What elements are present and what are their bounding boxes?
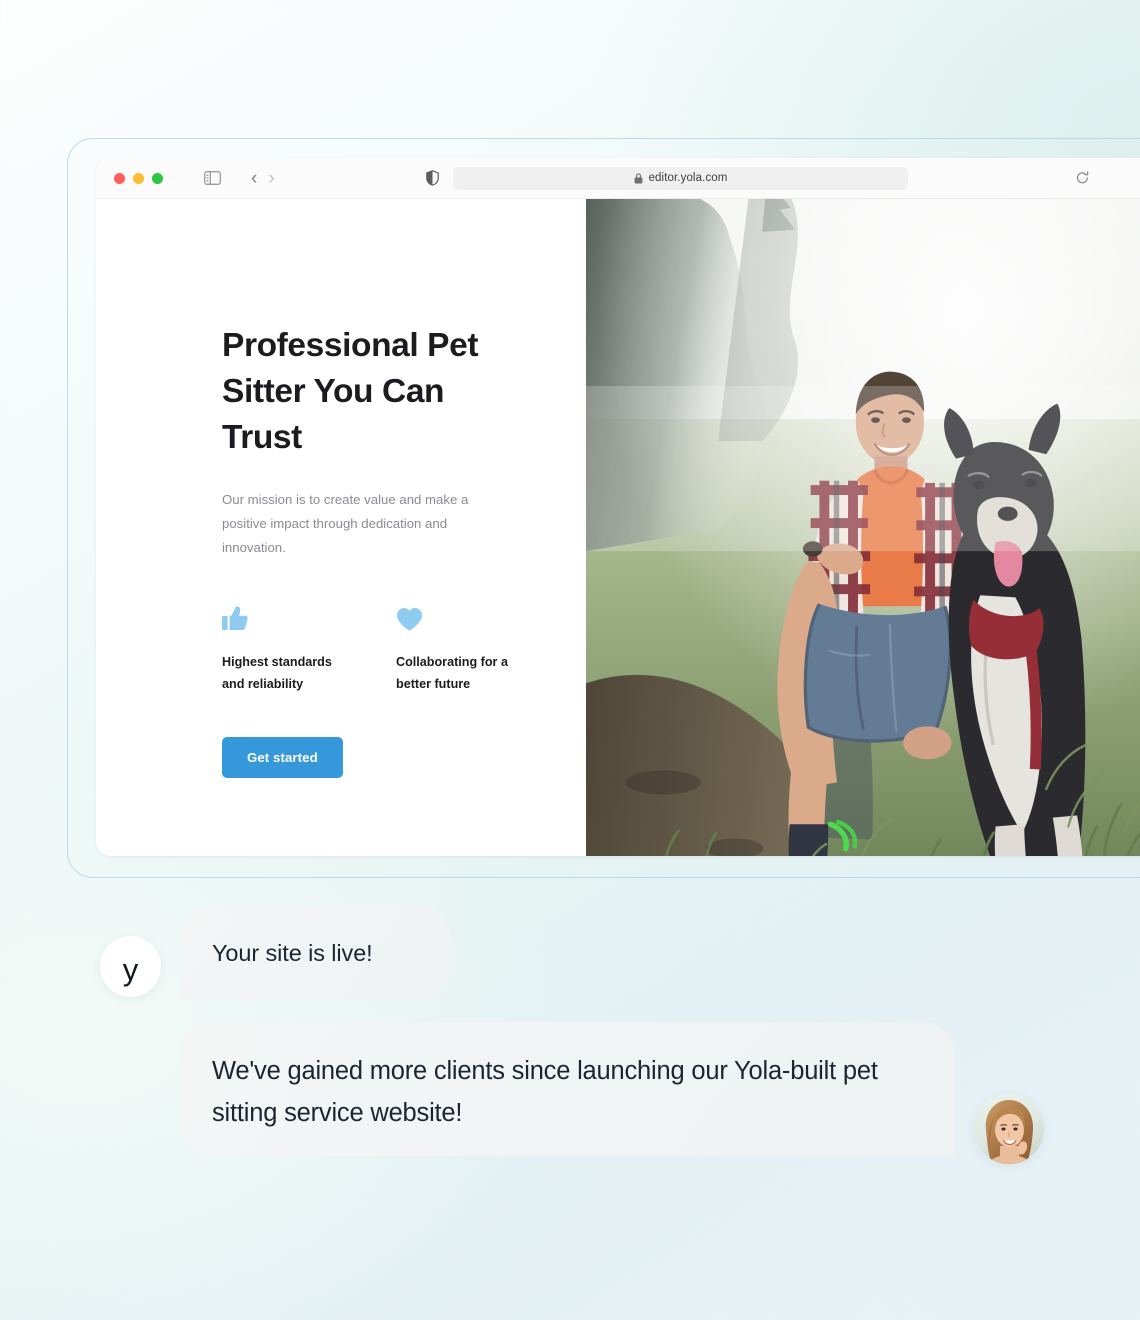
browser-window: ‹ › editor.yola.com Professional Pet Sit…	[96, 158, 1140, 856]
customer-avatar	[974, 1094, 1044, 1164]
minimize-window-button[interactable]	[133, 172, 144, 184]
forward-chevron-icon[interactable]: ›	[268, 169, 274, 188]
feature-label: Highest standards and reliability	[222, 655, 332, 691]
reload-icon[interactable]	[980, 171, 1140, 185]
feature-label: Collaborating for a better future	[396, 655, 508, 691]
chat-bubble-customer: We've gained more clients since launchin…	[180, 1022, 955, 1156]
browser-nav-buttons[interactable]: ‹ ›	[251, 169, 275, 188]
feature-list: Highest standards and reliability Collab…	[222, 602, 586, 695]
get-started-button[interactable]: Get started	[222, 737, 343, 778]
site-preview: Professional Pet Sitter You Can Trust Ou…	[96, 199, 1140, 856]
page-title: Professional Pet Sitter You Can Trust	[222, 327, 479, 456]
sidebar-toggle-icon[interactable]	[204, 171, 221, 185]
window-traffic-lights[interactable]	[114, 172, 163, 184]
customer-avatar-illustration	[974, 1094, 1044, 1164]
address-bar[interactable]: editor.yola.com	[453, 166, 908, 190]
chat-message-text: We've gained more clients since launchin…	[212, 1057, 878, 1127]
hero-photo-illustration	[586, 199, 1140, 856]
zoom-window-button[interactable]	[152, 172, 163, 184]
browser-titlebar: ‹ › editor.yola.com	[96, 158, 1140, 199]
heart-icon	[396, 602, 529, 632]
feature-item-collaboration: Collaborating for a better future	[396, 602, 529, 695]
chat-message-text: Your site is live!	[212, 939, 373, 966]
close-window-button[interactable]	[114, 172, 125, 184]
yola-logo-letter: y	[122, 952, 139, 987]
hero-text-column: Professional Pet Sitter You Can Trust Ou…	[96, 199, 586, 856]
privacy-shield-icon[interactable]	[426, 170, 439, 186]
feature-item-standards: Highest standards and reliability	[222, 602, 355, 695]
url-text: editor.yola.com	[648, 172, 728, 184]
thumbs-up-icon	[222, 602, 355, 632]
hero-photo	[586, 199, 1140, 856]
lock-icon	[634, 172, 643, 184]
yola-brand-avatar: y	[100, 936, 161, 997]
back-chevron-icon[interactable]: ‹	[251, 169, 257, 188]
chat-bubble-yola: Your site is live!	[180, 906, 450, 1000]
hero-subtitle: Our mission is to create value and make …	[222, 492, 469, 555]
